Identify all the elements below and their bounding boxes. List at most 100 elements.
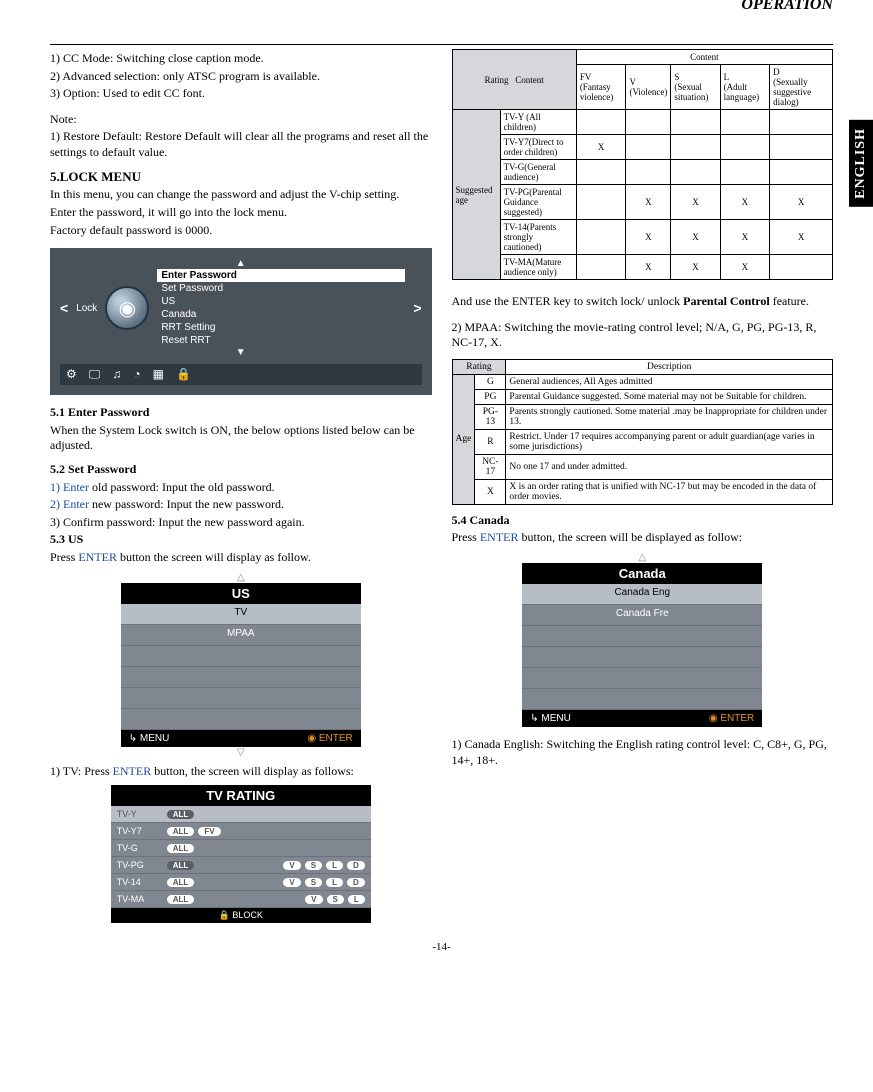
t1-r4-3: X bbox=[720, 220, 770, 255]
tvr-ma-v[interactable]: V bbox=[305, 895, 322, 904]
page-number: -14- bbox=[50, 929, 833, 953]
t1-r3-3: X bbox=[720, 185, 770, 220]
tvr-title: TV RATING bbox=[111, 785, 371, 806]
tv-line: 1) TV: Press ENTER button, the screen wi… bbox=[50, 764, 432, 780]
t1-content-hdr-a: Content bbox=[515, 75, 544, 85]
tvr-ma-label: TV-MA bbox=[117, 894, 163, 904]
tvr-foot: 🔒 BLOCK bbox=[111, 908, 371, 923]
t1-rowhdr: Suggested age bbox=[452, 110, 500, 280]
tvr-y-all[interactable]: ALL bbox=[167, 810, 195, 819]
s52b-tail: new password: Input the new password. bbox=[89, 497, 284, 511]
lock-item-reset-rrt[interactable]: Reset RRT bbox=[157, 334, 405, 347]
ca-row-fre[interactable]: Canada Fre bbox=[522, 605, 762, 626]
lock-item-us[interactable]: US bbox=[157, 295, 405, 308]
tv-rating-menu: TV RATING TV-Y ALL TV-Y7 ALL FV TV-G ALL… bbox=[111, 785, 371, 923]
language-tab: ENGLISH bbox=[849, 120, 873, 207]
tvr-y7-fv[interactable]: FV bbox=[198, 827, 220, 836]
ca-row-5 bbox=[522, 668, 762, 689]
us-menu: △ US TV MPAA ↳ MENU ◉ ENTER ▽ bbox=[121, 572, 361, 758]
tvline-c: button, the screen will display as follo… bbox=[151, 764, 354, 778]
note-title: Note: bbox=[50, 112, 432, 128]
lock-item-rrt-setting[interactable]: RRT Setting bbox=[157, 321, 405, 334]
t1-col-v: V(Violence) bbox=[626, 65, 671, 110]
tvr-pg-l[interactable]: L bbox=[326, 861, 343, 870]
tvr-pg-d[interactable]: D bbox=[347, 861, 365, 870]
ca-foot-enter[interactable]: ◉ ENTER bbox=[709, 713, 754, 724]
triangle-up-icon-2: △ bbox=[522, 552, 762, 563]
t2-age-hdr: Age bbox=[452, 374, 475, 504]
t1-r4-1: X bbox=[626, 220, 671, 255]
t1-r5-1: X bbox=[626, 255, 671, 280]
tvr-14-s[interactable]: S bbox=[305, 878, 322, 887]
enter-link-5: ENTER bbox=[480, 530, 519, 544]
tvr-ma-l[interactable]: L bbox=[348, 895, 365, 904]
t2-r5-d: X is an order rating that is unified wit… bbox=[506, 479, 833, 504]
enter-line: And use the ENTER key to switch lock/ un… bbox=[452, 294, 834, 310]
tvr-row-g[interactable]: TV-G ALL bbox=[111, 840, 371, 857]
us-foot-menu[interactable]: ↳ MENU bbox=[129, 733, 170, 744]
arrow-right-icon: > bbox=[413, 300, 421, 316]
tvr-14-l[interactable]: L bbox=[326, 878, 343, 887]
t1-r2-2 bbox=[671, 160, 720, 185]
t1-r0-4 bbox=[770, 110, 833, 135]
tvr-14-all[interactable]: ALL bbox=[167, 878, 195, 887]
tvr-foot-label: BLOCK bbox=[232, 910, 263, 920]
t1-r2-0 bbox=[576, 160, 626, 185]
t1-r0-2 bbox=[671, 110, 720, 135]
t1-r5-4 bbox=[770, 255, 833, 280]
us-row-tv[interactable]: TV bbox=[121, 604, 361, 625]
tvr-y7-all[interactable]: ALL bbox=[167, 827, 195, 836]
mpaa-desc-table: Rating Description Age GGeneral audience… bbox=[452, 359, 834, 505]
padlock-icon: 🔒 bbox=[176, 367, 191, 382]
enter-link-3: ENTER bbox=[78, 550, 117, 564]
lock-menu-text-3: Factory default password is 0000. bbox=[50, 223, 432, 239]
tvr-row-pg[interactable]: TV-PG ALL V S L D bbox=[111, 857, 371, 874]
t1-col-fv: FV(Fantasy violence) bbox=[576, 65, 626, 110]
tvr-14-label: TV-14 bbox=[117, 877, 163, 887]
ca-row-3 bbox=[522, 626, 762, 647]
t1-r1-3 bbox=[720, 135, 770, 160]
tvr-14-v[interactable]: V bbox=[283, 878, 300, 887]
t1-r0-0 bbox=[576, 110, 626, 135]
lock-menu-title: 5.LOCK MENU bbox=[50, 169, 432, 186]
t1-r3-2: X bbox=[671, 185, 720, 220]
tvr-pg-all[interactable]: ALL bbox=[167, 861, 195, 870]
t1-r4-4: X bbox=[770, 220, 833, 255]
tvr-pg-v[interactable]: V bbox=[283, 861, 300, 870]
tvline-a: 1) TV: Press bbox=[50, 764, 113, 778]
tvr-y-label: TV-Y bbox=[117, 809, 163, 819]
s54a: Press bbox=[452, 530, 480, 544]
tvr-14-d[interactable]: D bbox=[347, 878, 365, 887]
tvr-row-y[interactable]: TV-Y ALL bbox=[111, 806, 371, 823]
lock-dial-icon: ◉ bbox=[105, 286, 149, 330]
us-row-5 bbox=[121, 688, 361, 709]
s51-text: When the System Lock switch is ON, the b… bbox=[50, 423, 432, 454]
ca-row-eng[interactable]: Canada Eng bbox=[522, 584, 762, 605]
tvr-ma-s[interactable]: S bbox=[327, 895, 344, 904]
clock-icon: ◔ bbox=[133, 367, 140, 382]
lock-item-enter-password[interactable]: Enter Password bbox=[157, 269, 405, 282]
t2-desc-hdr: Description bbox=[506, 359, 833, 374]
t2-r1-d: Parental Guidance suggested. Some materi… bbox=[506, 389, 833, 404]
tvr-row-ma[interactable]: TV-MA ALL V S L bbox=[111, 891, 371, 908]
s54-title: 5.4 Canada bbox=[452, 513, 834, 529]
tvr-pg-s[interactable]: S bbox=[305, 861, 322, 870]
us-row-6 bbox=[121, 709, 361, 730]
enter-b: Parental Control bbox=[683, 294, 770, 308]
arrow-down-icon: ▼ bbox=[60, 347, 422, 358]
grid-icon: ▦ bbox=[153, 367, 164, 382]
t2-r2-d: Parents strongly cautioned. Some materia… bbox=[506, 404, 833, 429]
t2-r1-r: PG bbox=[475, 389, 506, 404]
lock-menu-text-2: Enter the password, it will go into the … bbox=[50, 205, 432, 221]
intro-2: 2) Advanced selection: only ATSC program… bbox=[50, 69, 432, 85]
lock-item-canada[interactable]: Canada bbox=[157, 308, 405, 321]
lock-item-set-password[interactable]: Set Password bbox=[157, 282, 405, 295]
t1-rating-hdr: Rating bbox=[485, 75, 509, 85]
tvr-row-y7[interactable]: TV-Y7 ALL FV bbox=[111, 823, 371, 840]
us-foot-enter[interactable]: ◉ ENTER bbox=[307, 733, 352, 744]
tvr-row-14[interactable]: TV-14 ALL V S L D bbox=[111, 874, 371, 891]
ca-foot-menu[interactable]: ↳ MENU bbox=[530, 713, 571, 724]
tvr-g-all[interactable]: ALL bbox=[167, 844, 195, 853]
tvr-ma-all[interactable]: ALL bbox=[167, 895, 195, 904]
us-row-mpaa[interactable]: MPAA bbox=[121, 625, 361, 646]
